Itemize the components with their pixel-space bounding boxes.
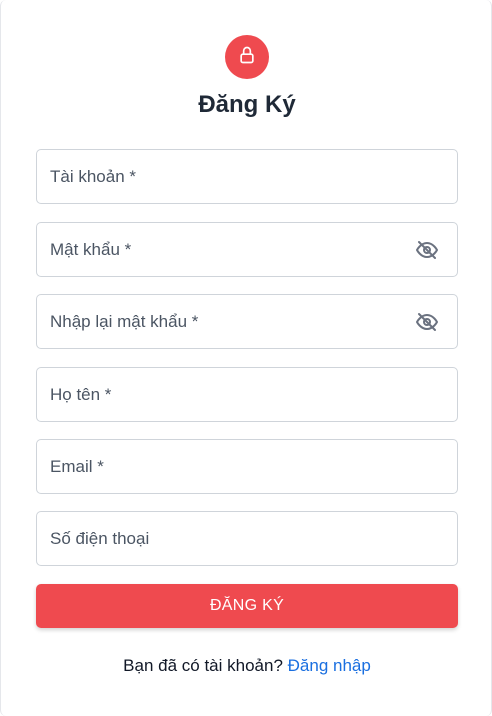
- email-field[interactable]: Email *: [36, 439, 458, 494]
- lock-avatar: [225, 35, 269, 79]
- phone-label: Số điện thoại: [50, 528, 150, 548]
- login-prompt: Bạn đã có tài khoản? Đăng nhập: [1, 656, 492, 676]
- username-label: Tài khoản *: [50, 166, 136, 186]
- eye-off-icon[interactable]: [414, 309, 440, 335]
- confirm-password-label: Nhập lại mật khẩu *: [50, 311, 199, 331]
- full-name-label: Họ tên *: [50, 384, 112, 404]
- lock-icon: [237, 45, 257, 70]
- full-name-field[interactable]: Họ tên *: [36, 367, 458, 422]
- email-label: Email *: [50, 456, 104, 476]
- eye-off-icon[interactable]: [414, 237, 440, 263]
- login-link[interactable]: Đăng nhập: [288, 656, 371, 675]
- page-title: Đăng Ký: [198, 91, 296, 118]
- password-field[interactable]: Mật khẩu *: [36, 222, 458, 277]
- register-card: Đăng Ký Tài khoản * Mật khẩu * Nhập lại …: [0, 0, 492, 716]
- password-label: Mật khẩu *: [50, 239, 132, 259]
- confirm-password-field[interactable]: Nhập lại mật khẩu *: [36, 294, 458, 349]
- username-field[interactable]: Tài khoản *: [36, 149, 458, 204]
- register-button[interactable]: ĐĂNG KÝ: [36, 584, 458, 628]
- phone-field[interactable]: Số điện thoại: [36, 511, 458, 566]
- login-prompt-text: Bạn đã có tài khoản?: [123, 656, 283, 675]
